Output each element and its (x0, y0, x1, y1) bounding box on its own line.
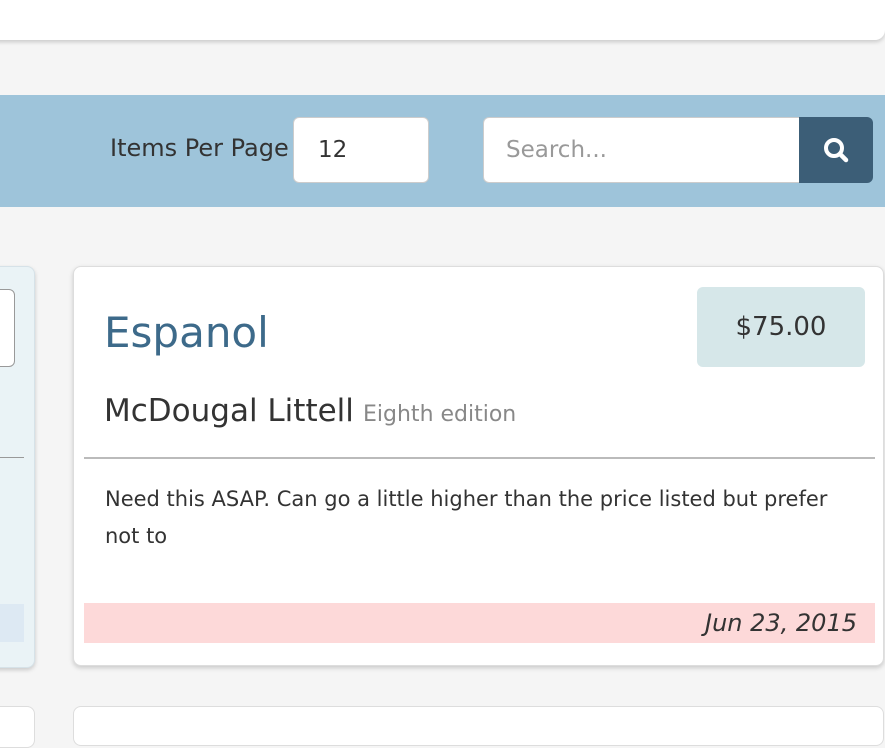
price-badge-partial (0, 289, 15, 367)
listing-card-partial[interactable] (73, 706, 884, 746)
items-per-page-label: Items Per Page (110, 134, 289, 162)
listing-card-partial[interactable]: 5 (0, 266, 35, 668)
price-badge: $75.00 (697, 287, 865, 367)
edition: Eighth edition (363, 402, 517, 427)
search-button[interactable] (799, 117, 873, 183)
card-divider (0, 457, 24, 458)
items-per-page-input[interactable] (293, 117, 429, 183)
publisher-line: McDougal Littell Eighth edition (104, 393, 516, 429)
header-card (0, 0, 885, 40)
card-footer: Jun 23, 2015 (84, 603, 875, 643)
search-input[interactable] (483, 117, 801, 183)
publisher: McDougal Littell (104, 393, 354, 429)
card-footer: 5 (0, 604, 24, 642)
search-icon (824, 138, 849, 163)
listing-card[interactable]: Espanol $75.00 McDougal Littell Eighth e… (73, 266, 884, 666)
listing-title-link[interactable]: Espanol (104, 303, 269, 363)
listing-description: Need this ASAP. Can go a little higher t… (105, 487, 828, 548)
listing-date: Jun 23, 2015 (704, 609, 857, 637)
listing-card-partial[interactable] (0, 706, 35, 748)
card-divider (84, 457, 875, 459)
